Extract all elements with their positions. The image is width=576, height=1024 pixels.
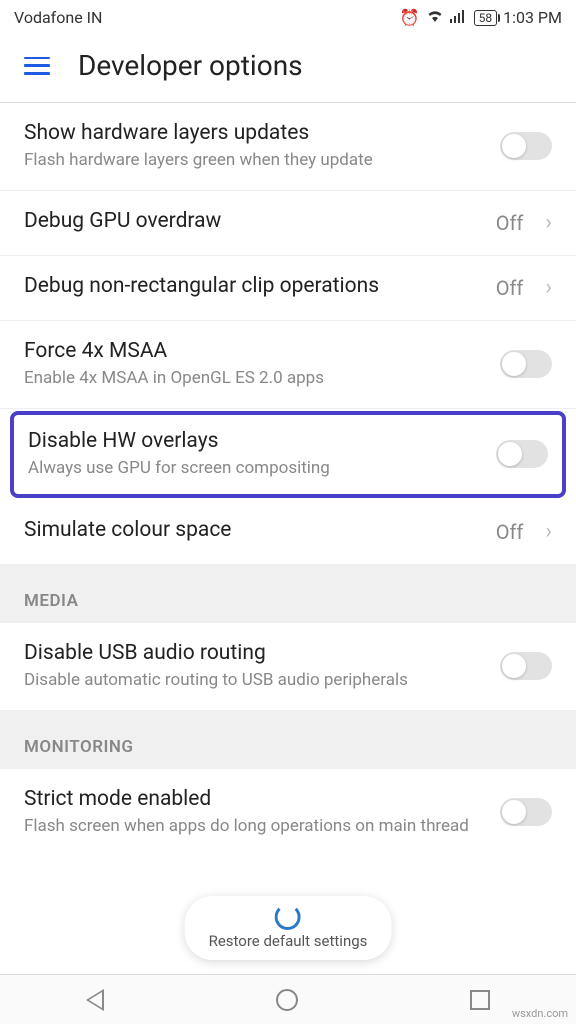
item-value: Off	[496, 211, 524, 235]
item-hw-layers[interactable]: Show hardware layers updates Flash hardw…	[0, 103, 576, 191]
navigation-bar	[0, 974, 576, 1024]
item-usb-audio[interactable]: Disable USB audio routing Disable automa…	[0, 623, 576, 711]
header: Developer options	[0, 31, 576, 103]
toggle-hw-layers[interactable]	[500, 132, 552, 160]
item-subtitle: Always use GPU for screen compositing	[28, 457, 480, 480]
section-monitoring: MONITORING	[0, 711, 576, 769]
restore-icon	[275, 904, 301, 930]
section-media: MEDIA	[0, 565, 576, 623]
signal-icon	[450, 8, 468, 27]
item-title: Show hardware layers updates	[24, 121, 484, 145]
menu-icon[interactable]	[24, 57, 50, 75]
item-subtitle: Flash hardware layers green when they up…	[24, 149, 484, 172]
item-title: Simulate colour space	[24, 518, 480, 542]
item-title: Force 4x MSAA	[24, 339, 484, 363]
nav-recent-icon[interactable]	[470, 990, 490, 1010]
nav-back-icon[interactable]	[86, 989, 104, 1011]
item-colour-space[interactable]: Simulate colour space Off ›	[0, 500, 576, 565]
status-bar: Vodafone IN ⏰ 58 1:03 PM	[0, 0, 576, 31]
item-value: Off	[496, 276, 524, 300]
item-title: Disable HW overlays	[28, 429, 480, 453]
item-value: Off	[496, 520, 524, 544]
item-subtitle: Enable 4x MSAA in OpenGL ES 2.0 apps	[24, 367, 484, 390]
chevron-right-icon: ›	[545, 519, 552, 544]
item-title: Debug GPU overdraw	[24, 209, 480, 233]
item-subtitle: Disable automatic routing to USB audio p…	[24, 669, 484, 692]
status-right: ⏰ 58 1:03 PM	[400, 8, 562, 27]
item-title: Strict mode enabled	[24, 787, 484, 811]
item-subtitle: Flash screen when apps do long operation…	[24, 815, 484, 838]
toggle-msaa[interactable]	[500, 350, 552, 378]
carrier-label: Vodafone IN	[14, 8, 102, 27]
chevron-right-icon: ›	[545, 210, 552, 235]
page-title: Developer options	[78, 49, 303, 82]
alarm-icon: ⏰	[400, 8, 420, 27]
toggle-usb-audio[interactable]	[500, 652, 552, 680]
item-gpu-overdraw[interactable]: Debug GPU overdraw Off ›	[0, 191, 576, 256]
time-label: 1:03 PM	[503, 8, 562, 27]
settings-list: Show hardware layers updates Flash hardw…	[0, 103, 576, 856]
wifi-icon	[426, 8, 444, 27]
item-hw-overlays[interactable]: Disable HW overlays Always use GPU for s…	[10, 411, 566, 498]
restore-label: Restore default settings	[209, 932, 368, 950]
item-title: Disable USB audio routing	[24, 641, 484, 665]
toggle-strict-mode[interactable]	[500, 798, 552, 826]
watermark: wsxdn.com	[512, 1007, 568, 1020]
battery-icon: 58	[474, 10, 498, 26]
toggle-hw-overlays[interactable]	[496, 440, 548, 468]
item-strict-mode[interactable]: Strict mode enabled Flash screen when ap…	[0, 769, 576, 856]
item-clip-ops[interactable]: Debug non-rectangular clip operations Of…	[0, 256, 576, 321]
chevron-right-icon: ›	[545, 275, 552, 300]
nav-home-icon[interactable]	[276, 989, 298, 1011]
restore-defaults-button[interactable]: Restore default settings	[185, 896, 392, 960]
item-msaa[interactable]: Force 4x MSAA Enable 4x MSAA in OpenGL E…	[0, 321, 576, 409]
item-title: Debug non-rectangular clip operations	[24, 274, 480, 298]
